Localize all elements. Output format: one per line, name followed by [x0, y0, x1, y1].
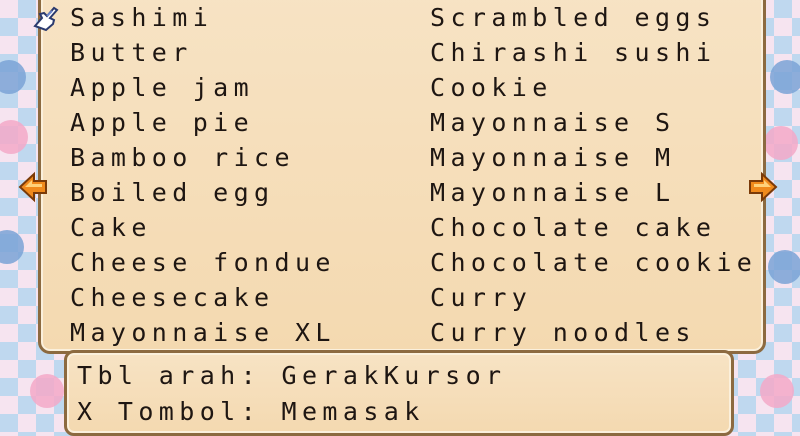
- background-character-icon: [0, 60, 26, 94]
- recipe-item-apple-pie[interactable]: Apple pie: [70, 105, 336, 140]
- previous-page-arrow-icon[interactable]: [16, 170, 50, 204]
- background-heart-icon: [760, 374, 794, 408]
- background-heart-icon: [0, 120, 28, 154]
- next-page-arrow-icon[interactable]: [746, 170, 780, 204]
- hand-cursor-icon: [33, 6, 59, 32]
- recipe-item-curry-noodles[interactable]: Curry noodles: [430, 315, 757, 350]
- recipe-item-mayonnaise-xl[interactable]: Mayonnaise XL: [70, 315, 336, 350]
- recipe-item-cake[interactable]: Cake: [70, 210, 336, 245]
- recipe-item-boiled-egg[interactable]: Boiled egg: [70, 175, 336, 210]
- recipe-item-mayonnaise-s[interactable]: Mayonnaise S: [430, 105, 757, 140]
- recipe-item-curry[interactable]: Curry: [430, 280, 757, 315]
- recipe-item-scrambled-eggs[interactable]: Scrambled eggs: [430, 0, 757, 35]
- recipe-list-left: Sashimi Butter Apple jam Apple pie Bambo…: [70, 0, 336, 350]
- background-character-icon: [768, 250, 800, 284]
- recipe-item-apple-jam[interactable]: Apple jam: [70, 70, 336, 105]
- recipe-item-sashimi[interactable]: Sashimi: [70, 0, 336, 35]
- recipe-item-cheese-fondue[interactable]: Cheese fondue: [70, 245, 336, 280]
- recipe-item-chocolate-cake[interactable]: Chocolate cake: [430, 210, 757, 245]
- recipe-item-mayonnaise-m[interactable]: Mayonnaise M: [430, 140, 757, 175]
- background-heart-icon: [764, 126, 798, 160]
- recipe-item-mayonnaise-l[interactable]: Mayonnaise L: [430, 175, 757, 210]
- recipe-item-chocolate-cookie[interactable]: Chocolate cookie: [430, 245, 757, 280]
- recipe-item-cheesecake[interactable]: Cheesecake: [70, 280, 336, 315]
- recipe-item-bamboo-rice[interactable]: Bamboo rice: [70, 140, 336, 175]
- recipe-item-chirashi-sushi[interactable]: Chirashi sushi: [430, 35, 757, 70]
- recipe-item-butter[interactable]: Butter: [70, 35, 336, 70]
- help-text-line-2: X Tombol: Memasak: [77, 397, 425, 426]
- background-character-icon: [770, 60, 800, 94]
- background-character-icon: [0, 230, 24, 264]
- help-box: Tbl arah: GerakKursor X Tombol: Memasak: [64, 350, 734, 436]
- recipe-item-cookie[interactable]: Cookie: [430, 70, 757, 105]
- recipe-list-right: Scrambled eggs Chirashi sushi Cookie May…: [430, 0, 757, 350]
- help-text-line-1: Tbl arah: GerakKursor: [77, 361, 507, 390]
- background-heart-icon: [30, 374, 64, 408]
